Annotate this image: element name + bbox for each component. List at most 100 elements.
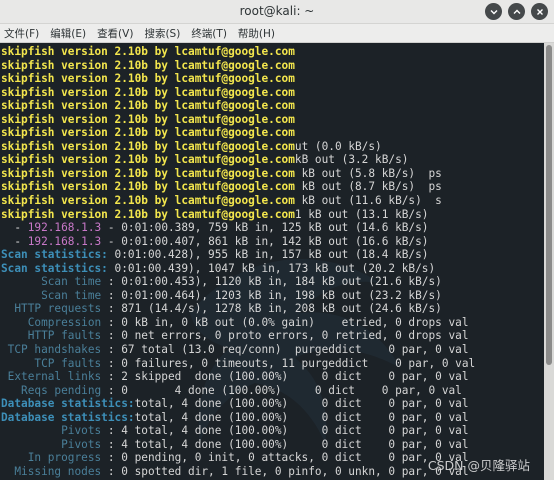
terminal-line: Pivots : 4 total, 4 done (100.00%) 0 dic… <box>1 438 475 452</box>
terminal-text-segment: Pivots <box>1 437 102 451</box>
terminal-line: skipfish version 2.10b by lcamtuf@google… <box>1 167 475 181</box>
menu-bar: 文件(F) 编辑(E) 查看(V) 搜索(S) 终端(T) 帮助(H) <box>0 24 554 43</box>
terminal-text-segment: skipfish version 2.10b by lcamtuf@google… <box>1 85 295 99</box>
terminal-line: Scan statistics: 0:01:00.439), 1047 kB i… <box>1 262 475 276</box>
menu-help[interactable]: 帮助(H) <box>238 26 275 41</box>
terminal-lines: skipfish version 2.10b by lcamtuf@google… <box>1 45 475 479</box>
terminal-text-segment: Database statistics: <box>1 410 135 424</box>
terminal-text-segment: skipfish version 2.10b by lcamtuf@google… <box>1 166 295 180</box>
minimize-button[interactable] <box>485 3 502 20</box>
terminal-text-segment: : 4 total, 4 done (100.00%) 0 dict 0 par… <box>101 424 469 438</box>
terminal-text-segment: Missing nodes <box>1 464 102 478</box>
terminal-text-segment: In progress <box>1 451 102 465</box>
scrollbar-thumb[interactable] <box>546 45 552 365</box>
terminal-text-segment: 1 kB out (13.1 kB/s) <box>294 207 429 221</box>
terminal-text-segment: Compression <box>1 315 102 329</box>
terminal-text-segment: : 0:01:00.453), 1120 kB in, 184 kB out (… <box>101 275 442 289</box>
terminal-text-segment: Scan statistics: <box>1 261 108 275</box>
terminal-line: In progress : 0 pending, 0 init, 0 attac… <box>1 451 475 465</box>
terminal-line: skipfish version 2.10b by lcamtuf@google… <box>1 126 475 140</box>
terminal-line: skipfish version 2.10b by lcamtuf@google… <box>1 59 475 73</box>
menu-view[interactable]: 查看(V) <box>97 26 133 41</box>
terminal-text-segment: : 4 total, 4 done (100.00%) 0 dict 0 par… <box>101 437 469 451</box>
terminal-text-segment: 0:01:00.428), 955 kB in, 157 kB out (18.… <box>107 248 429 262</box>
terminal-text-segment: skipfish version 2.10b by lcamtuf@google… <box>1 194 295 208</box>
window-title: root@kali: ~ <box>239 4 315 18</box>
terminal-line: skipfish version 2.10b by lcamtuf@google… <box>1 180 475 194</box>
terminal-text-segment: skipfish version 2.10b by lcamtuf@google… <box>1 139 295 153</box>
terminal-window: root@kali: ~ 文件(F) 编辑(E) 查看(V) 搜索(S) 终端(… <box>0 0 554 480</box>
terminal-text-segment: skipfish version 2.10b by lcamtuf@google… <box>1 45 295 58</box>
terminal-text-segment: Scan statistics: <box>1 248 108 262</box>
maximize-icon <box>513 9 520 14</box>
terminal-text-segment: skipfish version 2.10b by lcamtuf@google… <box>1 180 295 194</box>
terminal-text-segment: 192.168.1.3 <box>27 234 102 248</box>
terminal-text-segment: HTTP requests <box>1 302 102 316</box>
terminal-line: Scan statistics: 0:01:00.428), 955 kB in… <box>1 248 475 262</box>
minimize-icon <box>490 9 497 14</box>
terminal-line: TCP faults : 0 failures, 0 timeouts, 11 … <box>1 357 475 371</box>
terminal-line: HTTP faults : 0 net errors, 0 proto erro… <box>1 329 475 343</box>
terminal-text-segment: skipfish version 2.10b by lcamtuf@google… <box>1 99 295 113</box>
menu-search[interactable]: 搜索(S) <box>144 26 180 41</box>
terminal-text-segment: skipfish version 2.10b by lcamtuf@google… <box>1 58 295 72</box>
menu-terminal[interactable]: 终端(T) <box>191 26 227 41</box>
terminal-text-segment: : 0 spotted dir, 1 file, 0 pinfo, 0 unkn… <box>101 464 469 478</box>
terminal-text-segment: HTTP faults <box>1 329 102 343</box>
terminal-text-segment: : 67 total (13.0 req/conn) purgeddict 0 … <box>101 343 469 357</box>
terminal-line: skipfish version 2.10b by lcamtuf@google… <box>1 99 475 113</box>
terminal-text-segment: skipfish version 2.10b by lcamtuf@google… <box>1 153 295 167</box>
title-bar[interactable]: root@kali: ~ <box>0 0 554 24</box>
terminal-line: Compression : 0 kB in, 0 kB out (0.0% ga… <box>1 316 475 330</box>
terminal-text-segment: Reqs pending <box>1 383 102 397</box>
terminal-text-segment: skipfish version 2.10b by lcamtuf@google… <box>1 112 295 126</box>
terminal-scrollbar[interactable] <box>544 43 554 480</box>
terminal-text-segment: kB out (5.8 kB/s) ps <box>294 166 442 180</box>
terminal-output[interactable]: skipfish version 2.10b by lcamtuf@google… <box>0 43 544 480</box>
terminal-text-segment: skipfish version 2.10b by lcamtuf@google… <box>1 207 295 221</box>
terminal-text-segment: - 0:01:00.407, 861 kB in, 142 kB out (16… <box>101 234 429 248</box>
csdn-watermark: CSDN @贝隆驿站 <box>427 458 530 473</box>
terminal-line: skipfish version 2.10b by lcamtuf@google… <box>1 140 475 154</box>
terminal-text-segment: total, 4 done (100.00%) 0 dict 0 par, 0 … <box>134 410 469 424</box>
terminal-line: skipfish version 2.10b by lcamtuf@google… <box>1 153 475 167</box>
terminal-text-segment: Scan time <box>1 288 102 302</box>
menu-edit[interactable]: 编辑(E) <box>50 26 86 41</box>
terminal-line: Pivots : 4 total, 4 done (100.00%) 0 dic… <box>1 424 475 438</box>
terminal-line: Database statistics:total, 4 done (100.0… <box>1 397 475 411</box>
terminal-line: Scan time : 0:01:00.453), 1120 kB in, 18… <box>1 275 475 289</box>
terminal-line: skipfish version 2.10b by lcamtuf@google… <box>1 72 475 86</box>
terminal-text-segment: ut (0.0 kB/s) <box>294 139 382 153</box>
terminal-line: skipfish version 2.10b by lcamtuf@google… <box>1 208 475 222</box>
terminal-line: - 192.168.1.3 - 0:01:00.407, 861 kB in, … <box>1 235 475 249</box>
terminal-text-segment: - <box>1 234 28 248</box>
terminal-line: - 192.168.1.3 - 0:01:00.389, 759 kB in, … <box>1 221 475 235</box>
terminal-text-segment: kB out (8.7 kB/s) ps <box>294 180 442 194</box>
terminal-line: skipfish version 2.10b by lcamtuf@google… <box>1 45 475 59</box>
terminal-text-segment: : 0:01:00.464), 1203 kB in, 198 kB out (… <box>101 288 442 302</box>
terminal-text-segment: Scan time <box>1 275 102 289</box>
terminal-line: Database statistics:total, 4 done (100.0… <box>1 411 475 425</box>
terminal-text-segment: kB out (3.2 kB/s) <box>294 153 409 167</box>
maximize-button[interactable] <box>508 3 525 20</box>
terminal-text-segment: Pivots <box>1 424 102 438</box>
window-controls <box>485 3 548 20</box>
terminal-text-segment: : 871 (14.4/s), 1278 kB in, 208 kB out (… <box>101 302 442 316</box>
terminal-text-segment: : 2 skipped done (100.00%) 0 dict 0 par,… <box>101 370 469 384</box>
terminal-text-segment: skipfish version 2.10b by lcamtuf@google… <box>1 126 295 140</box>
terminal-text-segment: : 0 pending, 0 init, 0 attacks, 0 dict 0… <box>101 451 469 465</box>
terminal-text-segment: kB out (11.6 kB/s) s <box>294 194 442 208</box>
terminal-text-segment: : 0 failures, 0 timeouts, 11 purgeddict … <box>101 356 476 370</box>
terminal-text-segment: : 0 4 done (100.00%) 0 dict 0 par, 0 val <box>101 383 462 397</box>
terminal-line: Reqs pending : 0 4 done (100.00%) 0 dict… <box>1 384 475 398</box>
menu-file[interactable]: 文件(F) <box>4 26 39 41</box>
terminal-text-segment: External links <box>1 370 102 384</box>
close-button[interactable] <box>531 3 548 20</box>
close-icon <box>536 8 543 15</box>
terminal-text-segment: 0:01:00.439), 1047 kB in, 173 kB out (20… <box>107 261 436 275</box>
terminal-line: Scan time : 0:01:00.464), 1203 kB in, 19… <box>1 289 475 303</box>
terminal-text-segment: TCP faults <box>1 356 102 370</box>
terminal-text-segment: skipfish version 2.10b by lcamtuf@google… <box>1 72 295 86</box>
terminal-line: Missing nodes : 0 spotted dir, 1 file, 0… <box>1 465 475 479</box>
terminal-text-segment: total, 4 done (100.00%) 0 dict 0 par, 0 … <box>134 397 469 411</box>
